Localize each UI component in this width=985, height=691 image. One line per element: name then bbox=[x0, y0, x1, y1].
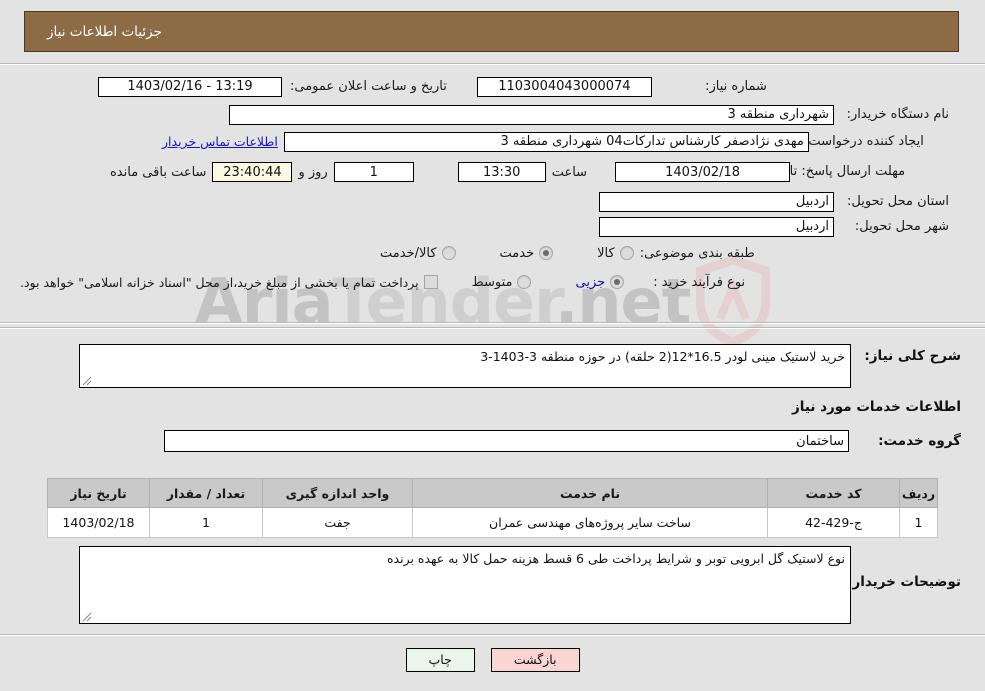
table-header-row: ردیف کد خدمت نام خدمت واحد اندازه گیری ت… bbox=[47, 478, 938, 508]
radio-icon[interactable] bbox=[610, 275, 625, 289]
radio-icon[interactable] bbox=[539, 246, 554, 260]
need-info-section: شماره نیاز: تاریخ و ساعت اعلان عمومی: نا… bbox=[0, 72, 985, 297]
row-city: شهر محل تحویل: bbox=[0, 214, 985, 239]
service-group-field[interactable] bbox=[164, 430, 849, 452]
cell-unit: جفت bbox=[262, 507, 413, 538]
buyer-org-label: نام دستگاه خریدار: bbox=[846, 107, 949, 122]
buyer-contact-link[interactable]: اطلاعات تماس خریدار bbox=[162, 134, 278, 149]
cell-quantity: 1 bbox=[149, 507, 263, 538]
hour-label: ساعت bbox=[551, 164, 588, 180]
need-number-label: شماره نیاز: bbox=[705, 79, 767, 94]
category-option-0[interactable]: کالا bbox=[597, 246, 634, 261]
row-need-number: شماره نیاز: تاریخ و ساعت اعلان عمومی: bbox=[0, 72, 985, 101]
table-row: 1 ج-429-42 ساخت سایر پروژه‌های مهندسی عم… bbox=[47, 507, 938, 538]
process-radio-group: جزیی متوسط bbox=[472, 275, 631, 290]
province-field[interactable] bbox=[599, 191, 834, 212]
cell-need-date: 1403/02/18 bbox=[47, 507, 150, 538]
column-header-radif: ردیف bbox=[899, 478, 938, 508]
section-divider-1 bbox=[0, 322, 985, 324]
category-radio-group: کالا خدمت کالا/خدمت bbox=[380, 246, 640, 261]
countdown-field[interactable] bbox=[212, 162, 293, 182]
summary-section: شرح کلی نیاز: خرید لاستیک مینی لودر 16.5… bbox=[79, 344, 961, 388]
column-header-need-date: تاریخ نیاز bbox=[47, 478, 150, 508]
back-button[interactable]: بازگشت bbox=[490, 648, 580, 672]
treasury-checkbox-option[interactable]: پرداخت تمام یا بخشی از مبلغ خرید،از محل … bbox=[20, 275, 438, 290]
buyer-notes-label: توضیحات خریدار: bbox=[847, 574, 961, 590]
buyer-org-field[interactable] bbox=[229, 104, 834, 125]
remaining-days-field[interactable] bbox=[333, 162, 414, 182]
footer-button-bar: بازگشت چاپ bbox=[0, 648, 985, 672]
creator-field[interactable] bbox=[283, 131, 809, 152]
row-deadline: مهلت ارسال پاسخ: تا تاریخ: ساعت روز و سا… bbox=[0, 155, 985, 189]
remaining-label: ساعت باقی مانده bbox=[110, 164, 207, 180]
resize-grip-icon bbox=[82, 376, 92, 386]
cell-service-name: ساخت سایر پروژه‌های مهندسی عمران bbox=[412, 507, 768, 538]
services-table-wrapper: ردیف کد خدمت نام خدمت واحد اندازه گیری ت… bbox=[47, 478, 938, 538]
province-label: استان محل تحویل: bbox=[847, 194, 949, 209]
page-root: AriaTender.net جزئیات اطلاعات نیاز شماره… bbox=[0, 0, 985, 691]
city-label: شهر محل تحویل: bbox=[854, 219, 949, 234]
row-process: نوع فرآیند خرید : جزیی متوسط پرداخت تمام… bbox=[0, 267, 985, 297]
buyer-notes-text: نوع لاستیک گل ابرویی توبر و شرایط پرداخت… bbox=[386, 551, 845, 566]
radio-icon[interactable] bbox=[517, 275, 532, 289]
service-group-row: گروه خدمت: bbox=[164, 430, 961, 452]
resize-grip-icon bbox=[82, 612, 92, 622]
footer-divider bbox=[0, 634, 985, 636]
category-option-1[interactable]: خدمت bbox=[500, 246, 554, 261]
need-number-field[interactable] bbox=[476, 76, 652, 97]
process-label: نوع فرآیند خرید : bbox=[653, 274, 746, 290]
service-group-label: گروه خدمت: bbox=[878, 433, 961, 449]
column-header-unit: واحد اندازه گیری bbox=[262, 478, 413, 508]
section-divider-2 bbox=[0, 327, 985, 329]
cell-radif: 1 bbox=[899, 507, 938, 538]
cell-service-code: ج-429-42 bbox=[767, 507, 900, 538]
category-option-2[interactable]: کالا/خدمت bbox=[380, 246, 456, 261]
print-button[interactable]: چاپ bbox=[405, 648, 475, 672]
summary-label: شرح کلی نیاز: bbox=[864, 348, 961, 364]
announce-date-field[interactable] bbox=[98, 76, 282, 97]
category-label: طبقه بندی موضوعی: bbox=[639, 245, 755, 261]
radio-icon[interactable] bbox=[441, 246, 456, 260]
column-header-service-code: کد خدمت bbox=[767, 478, 900, 508]
services-table: ردیف کد خدمت نام خدمت واحد اندازه گیری ت… bbox=[47, 478, 938, 538]
days-label: روز و bbox=[298, 164, 328, 180]
page-title: جزئیات اطلاعات نیاز bbox=[47, 23, 162, 40]
deadline-time-field[interactable] bbox=[457, 162, 546, 182]
services-section-title: اطلاعات خدمات مورد نیاز bbox=[791, 399, 961, 415]
deadline-date-field[interactable] bbox=[615, 162, 791, 182]
summary-textarea[interactable]: خرید لاستیک مینی لودر 16.5*12(2 حلقه) در… bbox=[79, 344, 851, 388]
row-creator: ایجاد کننده درخواست: اطلاعات تماس خریدار bbox=[0, 128, 985, 155]
buyer-notes-textarea[interactable]: نوع لاستیک گل ابرویی توبر و شرایط پرداخت… bbox=[79, 546, 851, 624]
row-province: استان محل تحویل: bbox=[0, 189, 985, 214]
deadline-label: مهلت ارسال پاسخ: تا تاریخ: bbox=[755, 164, 906, 179]
process-option-0[interactable]: جزیی bbox=[575, 275, 625, 290]
announce-date-label: تاریخ و ساعت اعلان عمومی: bbox=[290, 79, 447, 94]
city-field[interactable] bbox=[599, 216, 834, 237]
page-title-bar: جزئیات اطلاعات نیاز bbox=[24, 11, 959, 52]
column-header-service-name: نام خدمت bbox=[412, 478, 768, 508]
top-divider bbox=[0, 63, 985, 65]
creator-label: ایجاد کننده درخواست: bbox=[804, 134, 924, 149]
summary-text: خرید لاستیک مینی لودر 16.5*12(2 حلقه) در… bbox=[480, 349, 845, 364]
column-header-quantity: تعداد / مقدار bbox=[149, 478, 263, 508]
row-category: طبقه بندی موضوعی: کالا خدمت کالا/خدمت bbox=[0, 239, 985, 267]
radio-icon[interactable] bbox=[619, 246, 634, 260]
buyer-notes-section: توضیحات خریدار: نوع لاستیک گل ابرویی توب… bbox=[79, 546, 961, 624]
process-option-1[interactable]: متوسط bbox=[472, 275, 532, 290]
row-buyer-org: نام دستگاه خریدار: bbox=[0, 101, 985, 128]
checkbox-icon[interactable] bbox=[423, 275, 438, 289]
